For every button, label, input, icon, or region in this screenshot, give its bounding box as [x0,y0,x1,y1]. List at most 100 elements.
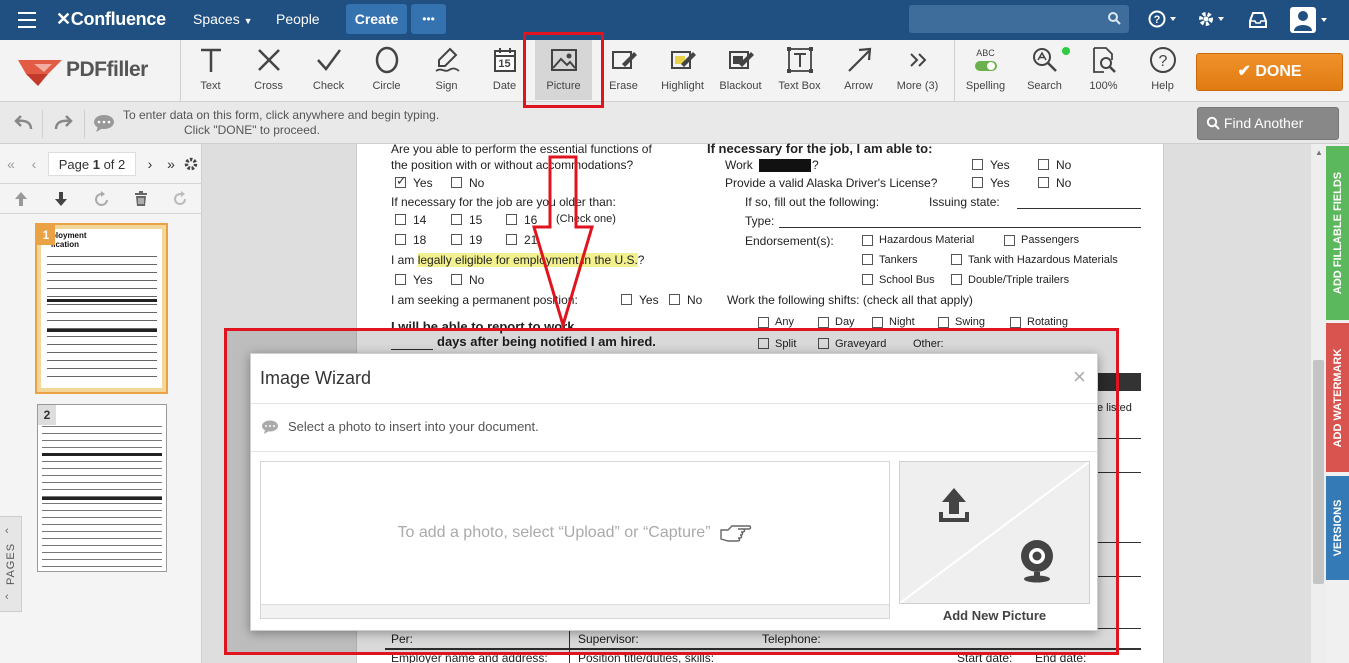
date-tool[interactable]: 15 Date [476,40,533,100]
gear-icon[interactable] [1197,10,1227,30]
refresh-page-icon[interactable] [172,191,188,207]
photo-dropzone[interactable]: To add a photo, select “Upload” or “Capt… [260,461,890,619]
tankers-checkbox[interactable] [862,254,873,265]
search-input[interactable] [909,5,1129,33]
age-21-checkbox[interactable] [506,234,517,245]
delete-page-icon[interactable] [134,191,148,207]
age-18-checkbox[interactable] [395,234,406,245]
textbox-tool[interactable]: Text Box [771,40,828,100]
age-16-checkbox[interactable] [506,214,517,225]
document-scrollbar[interactable]: ▲ [1311,144,1326,663]
arrow-icon [830,40,887,80]
user-avatar[interactable] [1290,7,1330,33]
license-no-checkbox[interactable] [1038,177,1049,188]
menu-icon[interactable] [18,12,36,28]
shift-day-checkbox[interactable] [818,317,829,328]
text-icon [182,40,239,80]
legal-no-checkbox[interactable] [451,274,462,285]
picture-tool[interactable]: Picture [535,40,592,100]
page-thumbnail-2[interactable]: 2 [37,404,167,572]
blackout-tool[interactable]: Blackout [712,40,769,100]
help-tool[interactable]: ? Help [1134,40,1191,100]
work-yes-checkbox[interactable] [972,159,983,170]
work-redacted-field[interactable] [759,159,811,172]
arrow-tool[interactable]: Arrow [830,40,887,100]
redo-icon[interactable] [54,115,74,131]
search-tool[interactable]: Search [1016,40,1073,100]
license-type-field[interactable] [779,227,1141,228]
check-tool[interactable]: Check [300,40,357,100]
add-watermark-tab[interactable]: ADD WATERMARK [1326,323,1349,472]
passengers-label: Passengers [1021,234,1080,246]
circle-tool[interactable]: Circle [358,40,415,100]
age-14-checkbox[interactable] [395,214,406,225]
add-fillable-fields-tab[interactable]: ADD FILLABLE FIELDS [1326,146,1349,320]
notifications-icon[interactable] [1248,11,1268,29]
find-another-form-button[interactable]: Find Another Form [1197,107,1339,162]
confluence-x-icon: ✕ [56,9,71,29]
shift-swing-checkbox[interactable] [938,317,949,328]
next-page-button[interactable]: › [140,152,160,176]
create-button[interactable]: Create [346,4,407,34]
essential-no-checkbox[interactable] [451,177,462,188]
hazmat-checkbox[interactable] [862,235,873,246]
work-no-checkbox[interactable] [1038,159,1049,170]
tank-haz-checkbox[interactable] [951,254,962,265]
zoom-tool[interactable]: 100% [1075,40,1132,100]
text-tool[interactable]: Text [182,40,239,100]
permanent-yes-label: Yes [639,293,659,307]
webcam-capture-icon[interactable] [1018,538,1056,584]
confluence-top-nav: ✕Confluence Spaces ▼ People Create ••• ? [0,0,1349,40]
passengers-checkbox[interactable] [1004,235,1015,246]
page-thumbnail-1[interactable]: ployment lication 1 [35,223,168,394]
hint-bar: To enter data on this form, click anywhe… [0,102,1349,162]
issuing-state-field[interactable] [1017,208,1141,209]
cross-tool[interactable]: Cross [240,40,297,100]
double-triple-checkbox[interactable] [951,274,962,285]
more-tools[interactable]: More (3) [889,40,946,100]
essential-yes-checkbox[interactable]: ✓ [395,173,407,188]
highlight-tool[interactable]: Highlight [654,40,711,100]
versions-tab[interactable]: VERSIONS [1326,476,1349,580]
hazmat-label: Hazardous Material [879,234,975,246]
scroll-up-icon[interactable]: ▲ [1315,148,1323,157]
move-page-down-icon[interactable] [54,191,68,207]
rotate-page-icon[interactable] [94,191,110,207]
erase-tool[interactable]: Erase [595,40,652,100]
page-indicator[interactable]: Page 1 of 2 [48,152,136,176]
shift-any-checkbox[interactable] [758,317,769,328]
school-bus-checkbox[interactable] [862,274,873,285]
employer-name-label: Employer name and address: [391,651,548,663]
scrollbar-thumb[interactable] [1313,360,1324,584]
sign-tool[interactable]: Sign [418,40,475,100]
confluence-logo[interactable]: ✕Confluence [56,0,166,40]
upload-icon[interactable] [937,486,971,526]
close-icon[interactable]: × [1073,364,1086,390]
people-link[interactable]: People [276,0,320,40]
age-15-checkbox[interactable] [451,214,462,225]
undo-icon[interactable] [13,115,33,131]
add-new-picture-tile[interactable] [899,461,1090,604]
add-new-picture-label[interactable]: Add New Picture [899,608,1090,623]
shift-rotating-checkbox[interactable] [1010,317,1021,328]
page-settings-gear-icon[interactable] [183,156,199,172]
pages-collapse-tab[interactable]: ‹ PAGES ‹ [0,516,22,612]
prev-page-button[interactable]: ‹ [24,152,44,176]
dropzone-scroll-track[interactable] [261,604,889,618]
shift-any-label: Any [775,316,794,328]
age-19-checkbox[interactable] [451,234,462,245]
license-yes-checkbox[interactable] [972,177,983,188]
legal-yes-checkbox[interactable] [395,274,406,285]
done-button[interactable]: ✔ DONE [1196,53,1343,91]
age-19-label: 19 [469,233,483,247]
move-page-up-icon[interactable] [14,191,28,207]
last-page-button[interactable]: » [160,152,182,176]
permanent-yes-checkbox[interactable] [621,294,632,305]
first-page-button[interactable]: « [0,152,22,176]
spaces-menu[interactable]: Spaces ▼ [193,0,253,40]
spelling-toggle[interactable]: ABC Spelling [957,40,1014,100]
permanent-no-checkbox[interactable] [669,294,680,305]
more-create-button[interactable]: ••• [411,4,446,34]
help-icon[interactable]: ? [1148,10,1178,30]
shift-night-checkbox[interactable] [872,317,883,328]
